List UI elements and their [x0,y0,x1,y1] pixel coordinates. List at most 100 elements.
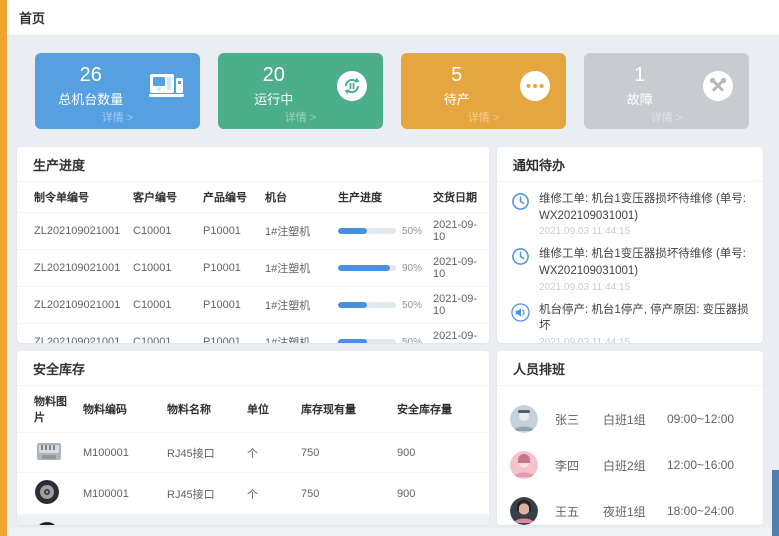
production-table: 制令单编号 客户编号 产品编号 机台 生产进度 交货日期 ZL202109021… [17,182,489,343]
production-progress-panel: 生产进度 制令单编号 客户编号 产品编号 机台 生产进度 交货日期 [17,147,489,343]
stat-text: 5 待产 [413,64,500,108]
stat-cards-row: 26 总机台数量 详情 > 20 运行中 [7,36,779,129]
cell-order: ZL202109021001 [17,213,129,250]
col-safety: 安全库存量 [393,386,489,433]
stat-detail-link[interactable]: 详情 > [584,109,749,125]
cell-machine: 1#注塑机 [261,324,334,344]
person-name: 李四 [555,457,603,474]
col-date: 交货日期 [429,182,489,213]
tools-icon [702,70,734,107]
col-code: 物料编码 [79,386,163,433]
person-time: 18:00~24:00 [667,504,734,518]
person-shift: 白班1组 [603,411,667,428]
stat-card-fault[interactable]: 1 故障 详情 > [584,53,749,129]
panel-title: 人员排班 [497,351,763,386]
notice-time: 2021.09.03 11:44:15 [539,337,751,343]
stat-value: 1 [596,64,683,86]
schedule-panel: 人员排班 张三 白班1组 09:00~12:00 李四 [497,351,763,525]
cell-customer: C10001 [129,250,199,287]
cell-order: ZL202109021001 [17,250,129,287]
stat-text: 1 故障 [596,64,683,108]
speaker-icon [511,302,531,343]
stat-card-total-machines[interactable]: 26 总机台数量 详情 > [35,53,200,129]
connector-photo [34,496,60,508]
stat-value: 26 [47,64,134,86]
rj45-photo [34,454,64,466]
clock-icon [511,191,531,237]
notice-item[interactable]: 机台停产: 机台1停产, 停产原因: 变压器损坏 2021.09.03 11:4… [511,302,751,343]
avatar [510,451,538,479]
progress-bar: 50% [338,226,425,237]
cell-machine: 1#注塑机 [261,250,334,287]
stock-table: 物料图片 物料编码 物料名称 单位 库存现有量 安全库存量 M100001 R [17,386,489,525]
notice-item[interactable]: 维修工单: 机台1变压器损坏待维修 (单号: WX202109031001) 2… [511,191,751,237]
cell-code: M100001 [79,433,163,473]
cell-product: P10001 [199,324,261,344]
production-row: ZL202109021001 C10001 P10001 1#注塑机 50% 2… [17,213,489,250]
cell-machine: 1#注塑机 [261,213,334,250]
cell-safety: 900 [393,515,489,526]
vertical-scrollbar-thumb[interactable] [772,470,779,536]
cell-date: 2021-09-10 [429,324,489,344]
stock-row: M100001 RJ45接口 个 750 900 [17,515,489,526]
cell-unit: 个 [243,473,297,515]
dashboard-page: 首页 26 总机台数量 详情 > [7,0,779,536]
stat-text: 26 总机台数量 [47,64,134,108]
notice-time: 2021.09.03 11:44:15 [539,226,751,237]
progress-label: 90% [402,263,422,274]
cell-safety: 900 [393,433,489,473]
stat-card-waiting[interactable]: 5 待产 详情 > [401,53,566,129]
cell-code: M100001 [79,515,163,526]
stat-detail-link[interactable]: 详情 > [218,109,383,125]
cell-name: RJ45接口 [163,515,243,526]
cell-customer: C10001 [129,324,199,344]
horizontal-scrollbar[interactable] [7,528,772,536]
progress-bar: 50% [338,300,425,311]
cell-product: P10001 [199,250,261,287]
clock-icon [511,246,531,292]
notice-text: 机台停产: 机台1停产, 停产原因: 变压器损坏 [539,302,751,335]
cell-machine: 1#注塑机 [261,287,334,324]
avatar [510,405,538,433]
person-time: 09:00~12:00 [667,412,734,426]
stat-detail-link[interactable]: 详情 > [401,109,566,125]
notice-text: 维修工单: 机台1变压器损坏待维修 (单号: WX202109031001) [539,191,751,224]
cell-safety: 900 [393,473,489,515]
production-row: ZL202109021001 C10001 P10001 1#注塑机 90% 2… [17,250,489,287]
main-area: 生产进度 制令单编号 客户编号 产品编号 机台 生产进度 交货日期 [7,129,779,525]
cell-date: 2021-09-10 [429,287,489,324]
col-photo: 物料图片 [17,386,79,433]
page-title: 首页 [19,8,45,27]
col-product: 产品编号 [199,182,261,213]
stat-label: 运行中 [230,89,317,108]
progress-bar: 90% [338,263,425,274]
cell-unit: 个 [243,515,297,526]
stat-label: 故障 [596,89,683,108]
schedule-row: 李四 白班2组 12:00~16:00 [510,442,753,488]
stock-row: M100001 RJ45接口 个 750 900 [17,473,489,515]
progress-label: 50% [402,337,422,344]
cell-order: ZL202109021001 [17,287,129,324]
cell-customer: C10001 [129,213,199,250]
left-accent-strip [0,0,7,536]
stat-label: 待产 [413,89,500,108]
person-shift: 白班2组 [603,457,667,474]
person-name: 张三 [555,411,603,428]
person-time: 12:00~16:00 [667,458,734,472]
person-shift: 夜班1组 [603,503,667,520]
stat-card-running[interactable]: 20 运行中 详情 > [218,53,383,129]
cell-current: 750 [297,515,393,526]
notice-item[interactable]: 维修工单: 机台1变压器损坏待维修 (单号: WX202109031001) 2… [511,246,751,292]
col-customer: 客户编号 [129,182,199,213]
cell-unit: 个 [243,433,297,473]
stock-header-row: 物料图片 物料编码 物料名称 单位 库存现有量 安全库存量 [17,386,489,433]
ellipsis-icon [519,70,551,107]
stat-detail-link[interactable]: 详情 > [35,109,200,125]
avatar [510,497,538,525]
col-name: 物料名称 [163,386,243,433]
cell-code: M100001 [79,473,163,515]
production-header-row: 制令单编号 客户编号 产品编号 机台 生产进度 交货日期 [17,182,489,213]
schedule-row: 张三 白班1组 09:00~12:00 [510,396,753,442]
production-row: ZL202109021001 C10001 P10001 1#注塑机 50% 2… [17,287,489,324]
panel-title: 安全库存 [17,351,489,386]
